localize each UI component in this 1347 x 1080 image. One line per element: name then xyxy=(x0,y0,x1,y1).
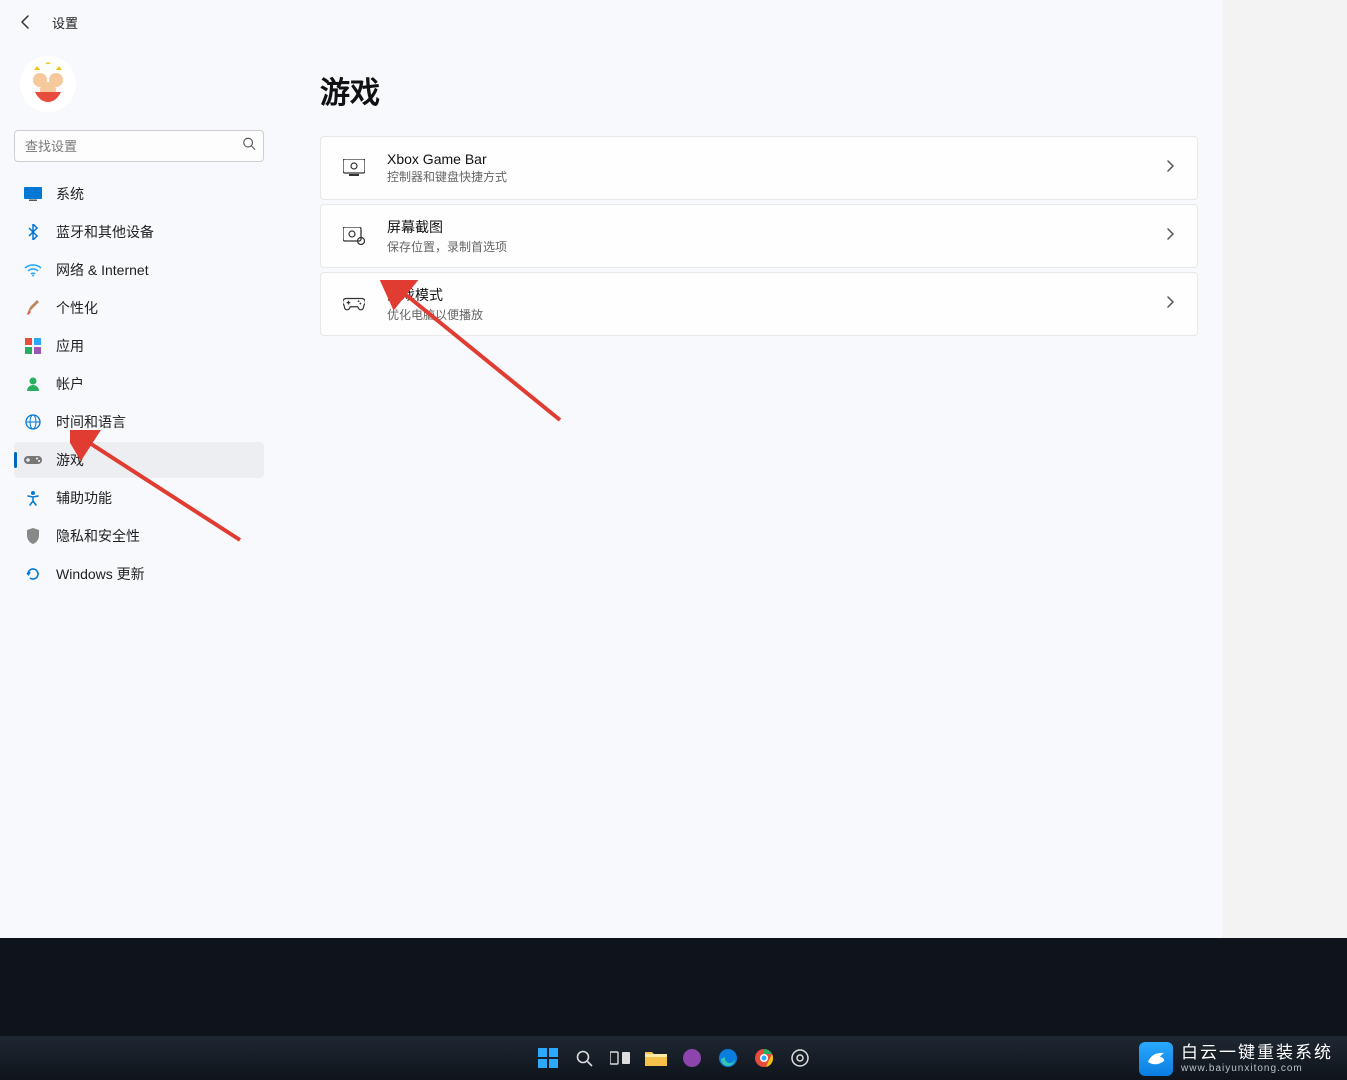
main-content: 游戏 Xbox Game Bar 控制器和键盘快捷方式 xyxy=(280,44,1222,938)
sidebar-item-label: 个性化 xyxy=(56,298,98,318)
folder-icon xyxy=(645,1050,667,1066)
gear-icon xyxy=(790,1048,810,1068)
card-screen-capture[interactable]: 屏幕截图 保存位置，录制首选项 xyxy=(320,204,1198,268)
search-box xyxy=(14,130,264,162)
sidebar-item-label: 帐户 xyxy=(56,374,84,394)
circle-purple-icon xyxy=(682,1048,702,1068)
sidebar-item-apps[interactable]: 应用 xyxy=(14,328,264,364)
sidebar-item-time-language[interactable]: 时间和语言 xyxy=(14,404,264,440)
page-title: 游戏 xyxy=(320,68,1198,112)
taskbar-search[interactable] xyxy=(570,1044,598,1072)
user-icon xyxy=(24,375,42,393)
sidebar-item-personalization[interactable]: 个性化 xyxy=(14,290,264,326)
app-title: 设置 xyxy=(52,13,78,32)
wifi-icon xyxy=(24,261,42,279)
card-xbox-game-bar[interactable]: Xbox Game Bar 控制器和键盘快捷方式 xyxy=(320,136,1198,200)
taskbar-app-1[interactable] xyxy=(678,1044,706,1072)
watermark-url: www.baiyunxitong.com xyxy=(1181,1063,1333,1074)
start-button[interactable] xyxy=(534,1044,562,1072)
card-subtitle: 优化电脑以便播放 xyxy=(387,306,1143,323)
card-subtitle: 控制器和键盘快捷方式 xyxy=(387,168,1143,185)
bluetooth-icon xyxy=(24,223,42,241)
back-button[interactable] xyxy=(14,10,38,34)
chevron-right-icon xyxy=(1165,159,1175,178)
sidebar-item-windows-update[interactable]: Windows 更新 xyxy=(14,556,264,592)
taskbar-app-edge[interactable] xyxy=(714,1044,742,1072)
search-icon xyxy=(242,137,256,156)
sidebar-item-label: 蓝牙和其他设备 xyxy=(56,222,154,242)
sidebar-item-label: 隐私和安全性 xyxy=(56,526,140,546)
search-icon xyxy=(575,1049,593,1067)
watermark-title: 白云一键重装系统 xyxy=(1181,1044,1333,1061)
capture-icon xyxy=(343,225,365,247)
taskbar-app-chrome[interactable] xyxy=(750,1044,778,1072)
sidebar-item-accessibility[interactable]: 辅助功能 xyxy=(14,480,264,516)
apps-icon xyxy=(24,337,42,355)
card-game-mode[interactable]: 游戏模式 优化电脑以便播放 xyxy=(320,272,1198,336)
arrow-left-icon xyxy=(18,14,34,30)
card-title: Xbox Game Bar xyxy=(387,151,1143,167)
taskbar-app-settings[interactable] xyxy=(786,1044,814,1072)
chevron-right-icon xyxy=(1165,295,1175,314)
sidebar-item-label: 游戏 xyxy=(56,450,84,470)
taskbar: 白云一键重装系统 www.baiyunxitong.com xyxy=(0,1036,1347,1080)
card-title: 游戏模式 xyxy=(387,285,1143,305)
brush-icon xyxy=(24,299,42,317)
edge-icon xyxy=(718,1048,738,1068)
file-explorer[interactable] xyxy=(642,1044,670,1072)
watermark: 白云一键重装系统 www.baiyunxitong.com xyxy=(1139,1042,1333,1076)
sidebar-item-label: 网络 & Internet xyxy=(56,260,149,280)
shield-icon xyxy=(24,527,42,545)
sidebar: 系统 蓝牙和其他设备 网络 & Internet xyxy=(0,44,280,938)
sidebar-item-label: Windows 更新 xyxy=(56,564,145,584)
sidebar-item-label: 系统 xyxy=(56,184,84,204)
chevron-right-icon xyxy=(1165,227,1175,246)
sidebar-item-privacy[interactable]: 隐私和安全性 xyxy=(14,518,264,554)
globe-icon xyxy=(24,413,42,431)
sidebar-item-network[interactable]: 网络 & Internet xyxy=(14,252,264,288)
user-avatar xyxy=(20,56,76,112)
system-icon xyxy=(24,185,42,203)
search-input[interactable] xyxy=(14,130,264,162)
accessibility-icon xyxy=(24,489,42,507)
watermark-logo xyxy=(1139,1042,1173,1076)
sidebar-item-label: 应用 xyxy=(56,336,84,356)
chrome-icon xyxy=(754,1048,774,1068)
bird-icon xyxy=(1145,1048,1167,1070)
windows-icon xyxy=(538,1048,558,1068)
gamepad-icon xyxy=(343,293,365,315)
sidebar-item-system[interactable]: 系统 xyxy=(14,176,264,212)
sidebar-item-label: 辅助功能 xyxy=(56,488,112,508)
sidebar-nav: 系统 蓝牙和其他设备 网络 & Internet xyxy=(14,176,270,592)
desktop-background xyxy=(0,938,1347,1036)
xbox-bar-icon xyxy=(343,157,365,179)
task-view[interactable] xyxy=(606,1044,634,1072)
sidebar-item-bluetooth[interactable]: 蓝牙和其他设备 xyxy=(14,214,264,250)
avatar-icon xyxy=(26,62,70,106)
user-avatar-box[interactable] xyxy=(14,50,270,126)
settings-cards: Xbox Game Bar 控制器和键盘快捷方式 屏幕截图 xyxy=(320,136,1198,336)
sidebar-item-label: 时间和语言 xyxy=(56,412,126,432)
update-icon xyxy=(24,565,42,583)
task-view-icon xyxy=(610,1050,630,1066)
sidebar-item-accounts[interactable]: 帐户 xyxy=(14,366,264,402)
card-subtitle: 保存位置，录制首选项 xyxy=(387,238,1143,255)
card-title: 屏幕截图 xyxy=(387,217,1143,237)
gamepad-icon xyxy=(24,451,42,469)
sidebar-item-games[interactable]: 游戏 xyxy=(14,442,264,478)
window-header: 设置 xyxy=(0,0,1222,44)
settings-window: 设置 xyxy=(0,0,1222,938)
